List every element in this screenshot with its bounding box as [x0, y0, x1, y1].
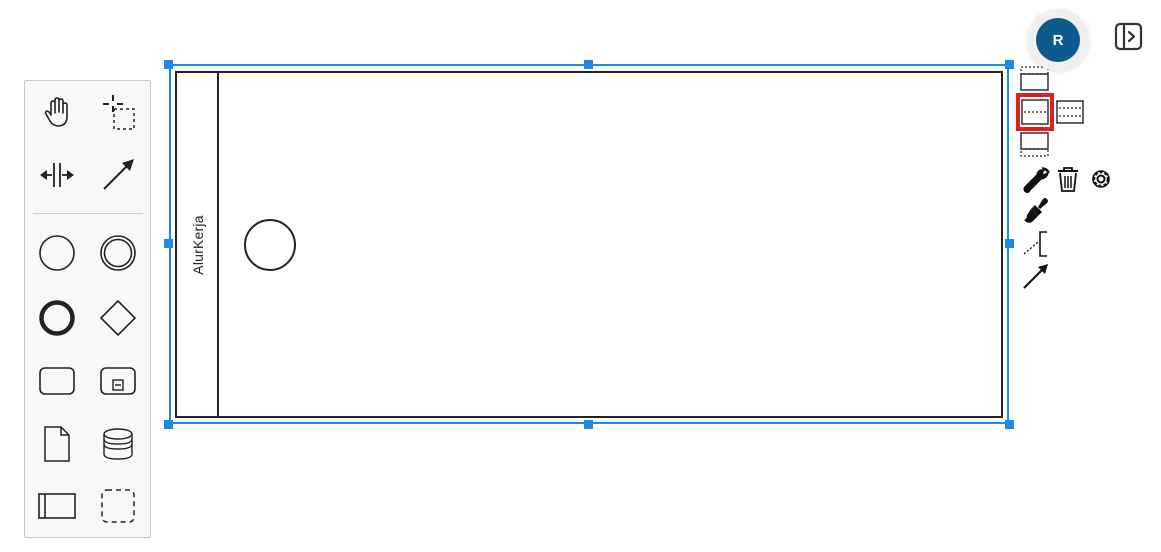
resize-handle-nw[interactable]: [164, 60, 173, 69]
lane-insert-above-button[interactable]: [1020, 66, 1050, 92]
create-end-event-button[interactable]: [37, 298, 77, 338]
gateway-icon: [99, 299, 137, 337]
avatar-initial: R: [1052, 31, 1064, 49]
create-start-event-button[interactable]: [37, 233, 77, 273]
user-avatar[interactable]: R: [1036, 18, 1080, 62]
palette-separator: [33, 213, 143, 214]
create-gateway-button[interactable]: [98, 298, 138, 338]
tool-palette: [24, 80, 151, 538]
hand-tool-button[interactable]: [37, 93, 77, 133]
lane-insert-below-button[interactable]: [1020, 132, 1050, 158]
space-tool-button[interactable]: [37, 155, 77, 195]
lane-divide-two-icon: [1021, 99, 1049, 125]
resize-handle-s[interactable]: [584, 420, 593, 429]
resize-handle-ne[interactable]: [1005, 60, 1014, 69]
pool-label: AlurKerja: [190, 215, 206, 275]
data-object-icon: [44, 426, 70, 462]
intermediate-event-icon: [100, 235, 136, 271]
lane-divide-two-button[interactable]: [1021, 99, 1049, 125]
properties-panel-toggle-button[interactable]: [1114, 22, 1144, 52]
color-button[interactable]: [1022, 197, 1050, 225]
start-event[interactable]: [244, 219, 296, 271]
delete-button[interactable]: [1056, 166, 1080, 194]
start-event-icon: [39, 235, 75, 271]
pool-icon: [38, 493, 76, 519]
create-group-button[interactable]: [98, 486, 138, 526]
pool-header[interactable]: AlurKerja: [177, 73, 219, 416]
lane-divide-three-button[interactable]: [1056, 100, 1084, 124]
text-annotation-icon: [1023, 231, 1047, 257]
global-connect-tool-button[interactable]: [98, 155, 138, 195]
connect-arrow-icon: [103, 159, 134, 190]
resize-handle-se[interactable]: [1005, 420, 1014, 429]
resize-handle-n[interactable]: [584, 60, 593, 69]
lane-insert-below-icon: [1020, 132, 1049, 157]
create-data-store-button[interactable]: [98, 424, 138, 464]
lasso-icon: [103, 95, 135, 130]
paintbrush-icon: [1024, 198, 1048, 223]
subprocess-icon: [100, 367, 136, 395]
lane-divide-three-icon: [1056, 100, 1084, 124]
settings-button[interactable]: [1088, 166, 1114, 192]
create-pool-button[interactable]: [37, 486, 77, 526]
wrench-icon: [1023, 167, 1050, 193]
participant-pool[interactable]: AlurKerja: [175, 71, 1003, 418]
panel-expand-icon: [1114, 22, 1143, 51]
task-icon: [39, 367, 75, 395]
create-subprocess-button[interactable]: [98, 361, 138, 401]
text-annotation-button[interactable]: [1022, 230, 1050, 258]
create-task-button[interactable]: [37, 361, 77, 401]
end-event-icon: [39, 300, 75, 336]
space-icon: [40, 163, 74, 187]
gear-icon: [1092, 170, 1110, 188]
connect-arrow-icon: [1023, 264, 1048, 289]
hand-icon: [44, 97, 68, 127]
lane-insert-above-icon: [1020, 66, 1049, 91]
trash-icon: [1058, 167, 1078, 192]
replace-button[interactable]: [1022, 166, 1050, 194]
resize-handle-w[interactable]: [164, 239, 173, 248]
avatar-container: R: [1027, 9, 1089, 71]
resize-handle-e[interactable]: [1005, 239, 1014, 248]
data-store-icon: [103, 428, 133, 460]
lasso-tool-button[interactable]: [98, 93, 138, 133]
group-icon: [101, 489, 135, 523]
create-intermediate-event-button[interactable]: [98, 233, 138, 273]
resize-handle-sw[interactable]: [164, 420, 173, 429]
create-data-object-button[interactable]: [37, 424, 77, 464]
connect-button[interactable]: [1022, 263, 1050, 291]
